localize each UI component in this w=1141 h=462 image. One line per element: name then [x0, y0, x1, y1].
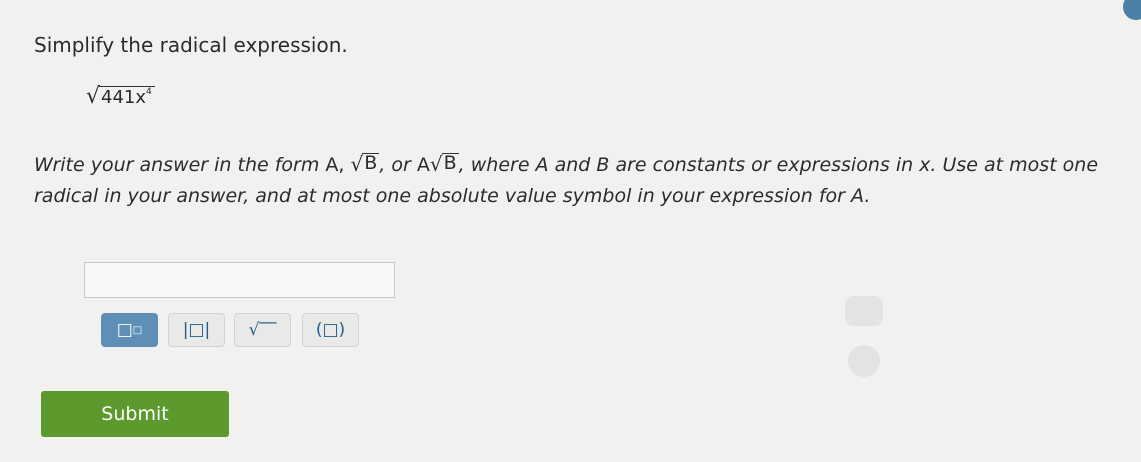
- form-sqrt-b: √ B: [350, 152, 380, 176]
- form-a-sqrt-b: √ B: [429, 152, 459, 176]
- instructions-part2: , or: [379, 154, 417, 176]
- square-root-icon: √ 441x4: [86, 86, 155, 108]
- radicand: 441x: [101, 87, 147, 109]
- instructions: Write your answer in the form A, √ B , or…: [34, 150, 1114, 212]
- submit-button[interactable]: Submit: [41, 391, 229, 437]
- superscript-base: □: [116, 320, 133, 340]
- form-a2: A: [416, 154, 430, 176]
- instructions-part1: Write your answer in the form: [34, 154, 326, 176]
- answer-input[interactable]: [84, 262, 395, 298]
- help-icon[interactable]: [1123, 0, 1141, 20]
- superscript-exp: □: [132, 324, 143, 336]
- form-b2: B: [441, 152, 459, 175]
- question-prompt: Simplify the radical expression.: [34, 33, 348, 57]
- superscript-button[interactable]: □ □: [101, 313, 158, 347]
- radicand-exponent: 4: [146, 87, 152, 98]
- faded-help-icon: [845, 296, 883, 326]
- radical-expression: √ 441x4: [86, 86, 155, 108]
- form-a: A,: [325, 154, 345, 176]
- page: Simplify the radical expression. √ 441x4…: [0, 0, 1141, 462]
- parentheses-button[interactable]: (□): [302, 313, 359, 347]
- form-b: B: [362, 152, 380, 175]
- square-root-button[interactable]: √‾‾: [234, 313, 291, 347]
- faded-info-icon: [848, 345, 880, 377]
- absolute-value-button[interactable]: |□|: [168, 313, 225, 347]
